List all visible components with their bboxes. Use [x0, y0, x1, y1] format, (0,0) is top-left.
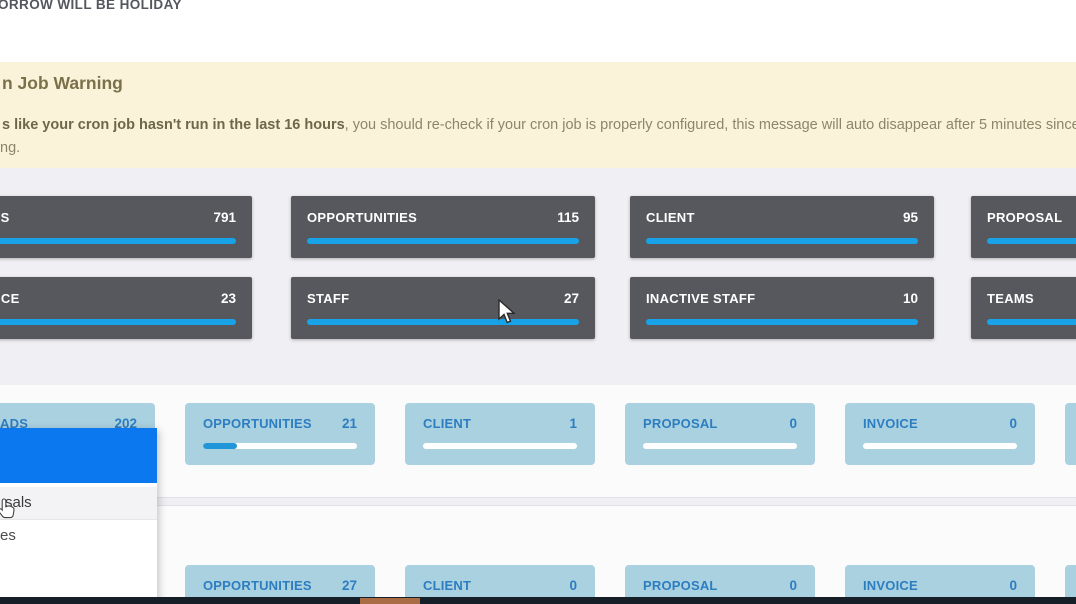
stat-card-invoice[interactable]: INVOICE 23 [0, 277, 252, 339]
stat-card-invoice-summary[interactable]: INVOICE 0 [845, 403, 1035, 465]
stat-value: 0 [789, 578, 797, 593]
stat-value: 10 [903, 291, 918, 306]
stat-card-opportunities-summary[interactable]: OPPORTUNITIES 21 [185, 403, 375, 465]
stat-progress-bar [307, 238, 579, 244]
stat-label: LEADS [0, 210, 10, 225]
stat-value: 23 [221, 291, 236, 306]
stat-progress-track [643, 443, 797, 449]
dashboard-page: ORROW WILL BE HOLIDAY n Job Warning s li… [0, 0, 1076, 604]
stat-card-proposal-summary[interactable]: PROPOSAL 0 [625, 403, 815, 465]
cron-warning-message-bold: s like your cron job hasn't run in the l… [2, 117, 345, 133]
stat-progress-bar [0, 238, 236, 244]
stat-card-leads[interactable]: LEADS 791 [0, 196, 252, 258]
cron-warning-message: s like your cron job hasn't run in the l… [2, 117, 1076, 133]
hand-cursor-icon [0, 498, 16, 520]
stat-label: PROPOSAL [987, 210, 1062, 225]
stat-label: INVOICE [863, 578, 918, 593]
menu-item-estimates[interactable]: es [0, 520, 157, 552]
cron-warning-message-rest: , you should re-check if your cron job i… [345, 117, 1076, 133]
menu-item-proposals[interactable]: sals [0, 487, 157, 520]
stat-label: OPPORTUNITIES [203, 416, 312, 431]
stat-card-teams[interactable]: TEAMS [971, 277, 1076, 339]
stat-label: INVOICE [0, 291, 20, 306]
open-dropdown-menu: sals es [0, 428, 157, 604]
dropdown-selected-item[interactable] [0, 428, 157, 483]
video-progress-segment [360, 598, 420, 604]
stat-value: 21 [342, 416, 357, 431]
stat-card-partial [1065, 403, 1076, 465]
stat-value: 0 [1009, 416, 1017, 431]
stat-label: PROPOSAL [643, 416, 718, 431]
stat-progress-track [863, 443, 1017, 449]
stat-value: 27 [564, 291, 579, 306]
stat-progress-bar [646, 319, 918, 325]
stat-progress-track [203, 443, 357, 449]
stat-label: PROPOSAL [643, 578, 718, 593]
stat-label: TEAMS [987, 291, 1034, 306]
stat-label: STAFF [307, 291, 349, 306]
stat-value: 95 [903, 210, 918, 225]
stat-progress-track [423, 443, 577, 449]
stat-progress-bar [307, 319, 579, 325]
stat-card-client[interactable]: CLIENT 95 [630, 196, 934, 258]
stat-progress-bar [646, 238, 918, 244]
stat-value: 0 [1009, 578, 1017, 593]
stat-label: CLIENT [423, 416, 471, 431]
stat-label: OPPORTUNITIES [203, 578, 312, 593]
top-bar: ORROW WILL BE HOLIDAY [0, 0, 1076, 62]
stat-label: CLIENT [646, 210, 695, 225]
stat-value: 0 [789, 416, 797, 431]
stat-progress-bar [987, 319, 1076, 325]
video-progress-strip[interactable] [0, 597, 1076, 604]
cron-warning-message-line2: ng. [0, 140, 20, 156]
stat-value: 27 [342, 578, 357, 593]
stat-value: 791 [213, 210, 236, 225]
stat-label: INACTIVE STAFF [646, 291, 755, 306]
holiday-ticker-text: ORROW WILL BE HOLIDAY [0, 0, 182, 12]
stat-value: 0 [569, 578, 577, 593]
stat-label: CLIENT [423, 578, 471, 593]
stat-card-opportunities[interactable]: OPPORTUNITIES 115 [291, 196, 595, 258]
cron-warning-title: n Job Warning [2, 73, 123, 94]
mouse-cursor-icon [497, 299, 517, 325]
stat-progress-fill [203, 443, 237, 449]
stat-value: 115 [557, 210, 579, 225]
dropdown-menu-list: sals es [0, 483, 157, 604]
stat-card-proposal[interactable]: PROPOSAL [971, 196, 1076, 258]
stat-value: 1 [569, 416, 577, 431]
stat-card-inactive-staff[interactable]: INACTIVE STAFF 10 [630, 277, 934, 339]
stat-card-client-summary[interactable]: CLIENT 1 [405, 403, 595, 465]
stat-label: INVOICE [863, 416, 918, 431]
stat-progress-bar [0, 319, 236, 325]
stat-card-staff[interactable]: STAFF 27 [291, 277, 595, 339]
stat-label: OPPORTUNITIES [307, 210, 417, 225]
stat-progress-bar [987, 238, 1076, 244]
cron-warning-banner: n Job Warning s like your cron job hasn'… [0, 62, 1076, 168]
